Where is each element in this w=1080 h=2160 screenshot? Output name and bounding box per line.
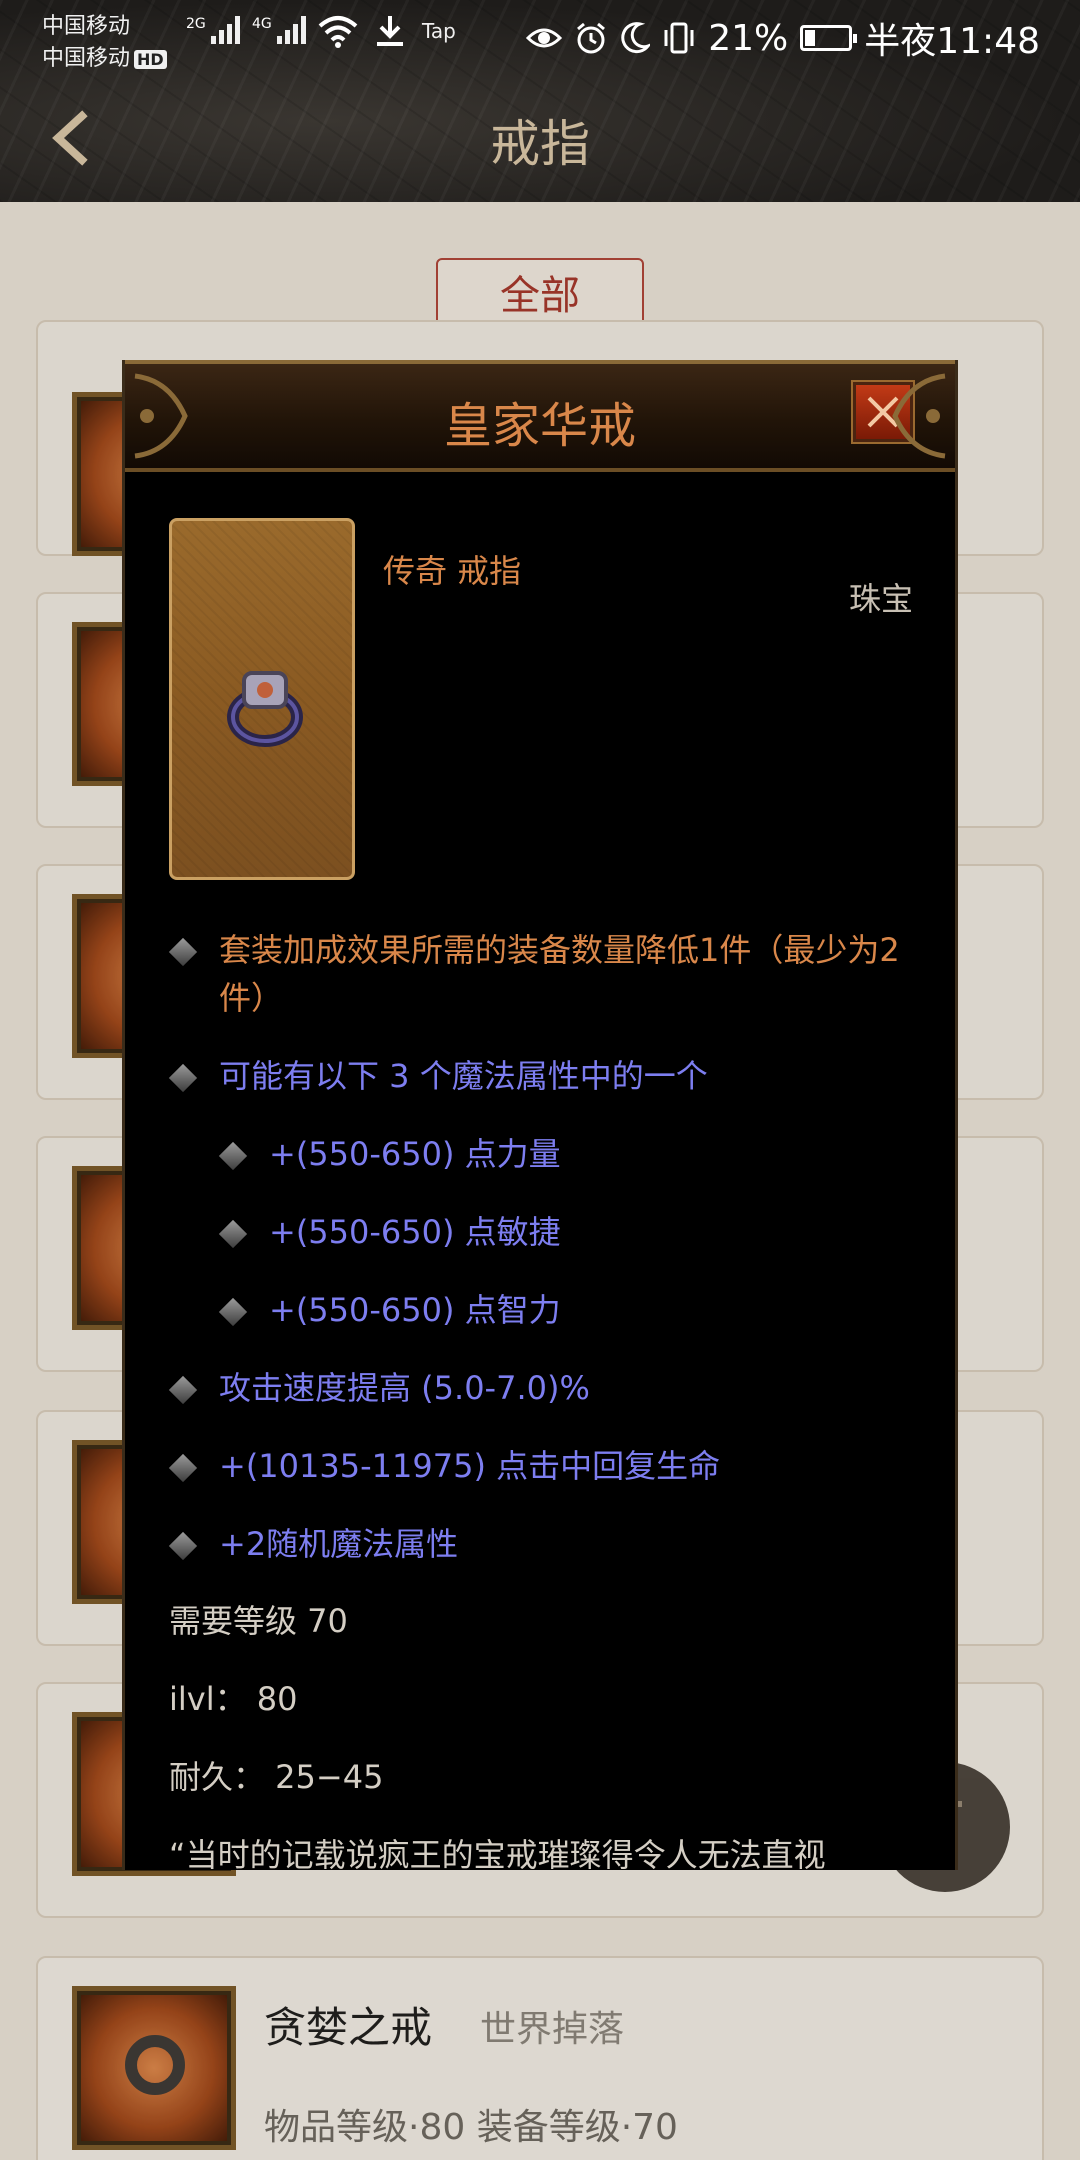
modal-header: 皇家华戒 xyxy=(125,360,955,472)
item-properties: 套装加成效果所需的装备数量降低1件（最少为2件） 可能有以下 3 个魔法属性中的… xyxy=(168,926,929,1870)
flavor-text: “当时的记载说疯王的宝戒璀璨得令人无法直视 xyxy=(169,1836,826,1870)
app-header: 戒指 xyxy=(0,74,1080,202)
wifi-icon xyxy=(318,16,358,48)
property-attack-speed: 攻击速度提高 (5.0-7.0)% xyxy=(168,1364,929,1412)
diamond-bullet-icon xyxy=(218,1219,248,1249)
diamond-bullet-icon xyxy=(168,1531,198,1561)
carrier-1: 中国移动 xyxy=(42,14,131,39)
battery-icon xyxy=(800,25,858,51)
diamond-bullet-icon xyxy=(168,1453,198,1483)
ring-icon xyxy=(227,671,303,747)
property-dexterity: +(550-650) 点敏捷 xyxy=(169,1208,929,1256)
hd-badge: HD xyxy=(134,50,167,69)
moon-icon xyxy=(621,22,651,54)
net-type-4g: 4G xyxy=(252,16,272,32)
tap-app-icon: Tap xyxy=(422,19,456,43)
property-random-affixes: +2随机魔法属性 xyxy=(168,1520,929,1568)
page-title: 戒指 xyxy=(490,115,590,173)
property-set-bonus: 套装加成效果所需的装备数量降低1件（最少为2件） xyxy=(168,926,929,1022)
property-text: +(10135-11975) 点击中回复生命 xyxy=(219,1447,721,1485)
diamond-bullet-icon xyxy=(168,937,198,967)
property-strength: +(550-650) 点力量 xyxy=(169,1130,929,1178)
property-life-on-hit: +(10135-11975) 点击中回复生命 xyxy=(168,1442,929,1490)
property-text: +(550-650) 点力量 xyxy=(269,1135,561,1173)
durability: 耐久： 25−45 xyxy=(169,1758,384,1796)
property-text: 攻击速度提高 (5.0-7.0)% xyxy=(219,1369,590,1407)
property-intelligence: +(550-650) 点智力 xyxy=(169,1286,929,1334)
battery-percent: 21% xyxy=(708,17,789,59)
property-text: +(550-650) 点智力 xyxy=(269,1291,561,1329)
status-bar: 中国移动 中国移动 HD 2G 4G Tap 21% 半夜11:48 xyxy=(0,0,1080,74)
signal-2g-icon: 2G xyxy=(186,16,240,44)
net-type-2g: 2G xyxy=(186,16,206,32)
diamond-bullet-icon xyxy=(218,1141,248,1171)
diamond-bullet-icon xyxy=(168,1375,198,1405)
property-text: +(550-650) 点敏捷 xyxy=(269,1213,561,1251)
signal-4g-icon: 4G xyxy=(252,16,306,44)
required-level: 需要等级 70 xyxy=(169,1602,348,1640)
item-level: ilvl： 80 xyxy=(169,1680,298,1718)
clock: 半夜11:48 xyxy=(864,21,1040,62)
status-right: 21% 半夜11:48 xyxy=(526,12,1040,64)
ornament-right-icon xyxy=(892,373,946,459)
carrier-2: 中国移动 HD xyxy=(42,40,167,72)
status-icons: Tap xyxy=(318,14,456,48)
carrier-2-label: 中国移动 xyxy=(42,46,131,71)
property-text: +2随机魔法属性 xyxy=(219,1525,459,1563)
property-random-choice: 可能有以下 3 个魔法属性中的一个 xyxy=(168,1052,929,1100)
top-bar: 中国移动 中国移动 HD 2G 4G Tap 21% 半夜11:48 戒指 xyxy=(0,0,1080,202)
item-rarity-type: 传奇 戒指 xyxy=(383,552,522,590)
modal-title: 皇家华戒 xyxy=(443,398,636,454)
property-text: 可能有以下 3 个魔法属性中的一个 xyxy=(219,1057,708,1095)
alarm-icon xyxy=(577,22,606,54)
item-category: 珠宝 xyxy=(848,580,913,618)
item-image xyxy=(169,518,355,880)
item-detail-modal: 皇家华戒 传奇 戒指 珠宝 套装加成效果所需的装备数量降低1件（最少为2件） 可… xyxy=(122,360,958,1870)
diamond-bullet-icon xyxy=(168,1063,198,1093)
eye-icon xyxy=(526,28,563,48)
diamond-bullet-icon xyxy=(218,1297,248,1327)
property-text: 套装加成效果所需的装备数量降低1件（最少为2件） xyxy=(219,931,900,1017)
vibrate-icon xyxy=(664,22,694,54)
download-icon xyxy=(377,16,403,46)
